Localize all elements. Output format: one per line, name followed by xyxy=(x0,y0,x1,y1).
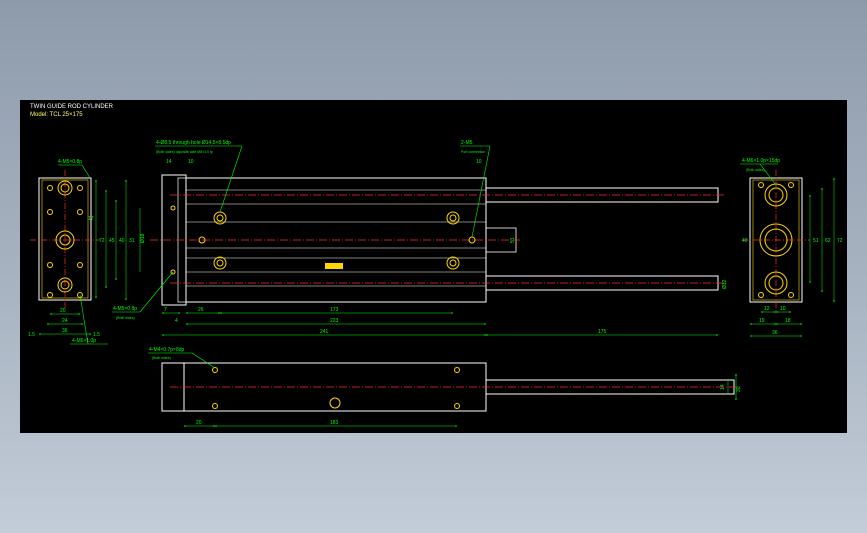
left-tap-hole xyxy=(77,262,83,268)
callout-bottom-tap-sub: (Both sides) xyxy=(152,356,171,360)
callout-right-tap-sub: (Both sides) xyxy=(746,168,765,172)
left-tap-hole xyxy=(47,262,53,268)
callout-left-bottom-tap: 4-M6×1.0p xyxy=(72,338,96,344)
dim-h51-text: 51 xyxy=(510,237,516,243)
dim-7-text: 7 xyxy=(164,307,167,313)
side-view: 4-M4×0.7p×8dp (Both sides) 20 183 14 30 xyxy=(148,347,742,427)
callout-counterbore-sub: (Both sides) opposite side M8×1.0 tp xyxy=(156,150,213,154)
dim-4-text: 4 xyxy=(175,318,178,324)
left-tap-hole xyxy=(47,209,53,215)
tap-hole xyxy=(170,205,176,211)
right-tap-hole xyxy=(758,292,764,298)
callout-counterbore: 4-Ø8.5 through hole Ø14.5×8.5dp xyxy=(156,140,231,146)
side-port-hole xyxy=(329,397,341,409)
counterbore-hole-inner xyxy=(449,259,457,267)
callout-port-sub: Port connection xyxy=(461,150,485,154)
side-tap-hole xyxy=(454,403,460,409)
dim-173-text: 173 xyxy=(330,307,339,313)
title-line-2: Model: TCL 25×175 xyxy=(30,112,83,118)
cad-drawing: TWIN GUIDE ROD CYLINDER Model: TCL 25×17… xyxy=(28,104,843,427)
side-tap-hole xyxy=(212,367,218,373)
side-tap-hole xyxy=(212,403,218,409)
dim-side-20-text: 20 xyxy=(196,420,202,426)
side-tap-hole xyxy=(454,367,460,373)
callout-side-tap-sub: (Both sides) xyxy=(116,316,135,320)
dim-side-14-text: 14 xyxy=(720,384,726,390)
dim-h51-right-text: 51 xyxy=(813,238,819,244)
counterbore-hole-inner xyxy=(216,259,224,267)
title-line-1: TWIN GUIDE ROD CYLINDER xyxy=(30,104,114,110)
dim-v1-text: 17 xyxy=(88,216,94,222)
leader-line xyxy=(139,271,174,313)
dim-h62-text: 62 xyxy=(825,238,831,244)
dim-10b-text: 10 xyxy=(476,159,482,165)
dim-side1-text: 1.5 xyxy=(28,332,35,338)
counterbore-hole-inner xyxy=(449,214,457,222)
counterbore-hole xyxy=(213,256,227,270)
dim-side-183-text: 183 xyxy=(330,420,339,426)
dim-h40-text: 40 xyxy=(742,238,748,244)
right-end-view: 4-M6×1.0p×15dp (Both sides) 51 62 72 40 … xyxy=(740,158,843,337)
cad-drawing-canvas: TWIN GUIDE ROD CYLINDER Model: TCL 25×17… xyxy=(20,100,847,433)
dim-v5-text: 72 xyxy=(99,238,105,244)
right-tap-hole xyxy=(788,292,794,298)
dim-10a-text: 10 xyxy=(188,159,194,165)
right-tap-hole xyxy=(758,182,764,188)
dim-w36-text: 36 xyxy=(772,330,778,336)
dim-h72-text: 72 xyxy=(837,238,843,244)
dim-w10-text: 10 xyxy=(780,306,786,312)
dim-w19-text: 19 xyxy=(759,318,765,324)
right-tap-hole xyxy=(788,182,794,188)
leader-line xyxy=(79,294,89,345)
leader-line xyxy=(191,352,216,369)
callout-side-tap: 4-M5×0.8p xyxy=(113,306,137,312)
dim-w2-text: 24 xyxy=(62,318,68,324)
dim-241-text: 241 xyxy=(320,329,329,335)
left-tap-hole xyxy=(47,292,53,298)
dim-175-text: 175 xyxy=(598,329,607,335)
callout-left-top-tap: 4-M5×0.8p xyxy=(58,159,82,165)
left-tap-hole xyxy=(77,209,83,215)
dim-w12-text: 12 xyxy=(764,306,770,312)
dim-w18-text: 18 xyxy=(785,318,791,324)
dim-v4-text: 45 xyxy=(109,238,115,244)
callout-right-tap: 4-M6×1.0p×15dp xyxy=(742,158,780,164)
dim-rod-dia-text: Ø18 xyxy=(140,233,146,243)
nameplate xyxy=(325,263,343,269)
leader-line xyxy=(219,145,243,213)
left-tap-hole xyxy=(47,185,53,191)
leader-line xyxy=(81,164,91,179)
dim-w3-text: 36 xyxy=(62,328,68,334)
left-tap-hole xyxy=(77,185,83,191)
dim-v2-text: 31 xyxy=(129,238,135,244)
dim-w1-text: 20 xyxy=(60,308,66,314)
counterbore-hole-inner xyxy=(216,214,224,222)
callout-port: 2-M5 xyxy=(461,140,473,146)
dim-v3-text: 40 xyxy=(119,238,125,244)
dim-14-text: 14 xyxy=(166,159,172,165)
dim-rod-dia2-text: Ø12 xyxy=(722,279,728,289)
top-view: 14 10 10 4-Ø8.5 through hole Ø14.5×8.5dp… xyxy=(112,140,728,336)
callout-bottom-tap: 4-M4×0.7p×8dp xyxy=(149,347,185,353)
dim-223-text: 223 xyxy=(330,318,339,324)
counterbore-hole xyxy=(446,256,460,270)
dim-side-30-text: 30 xyxy=(736,386,742,392)
dim-26-text: 26 xyxy=(198,307,204,313)
